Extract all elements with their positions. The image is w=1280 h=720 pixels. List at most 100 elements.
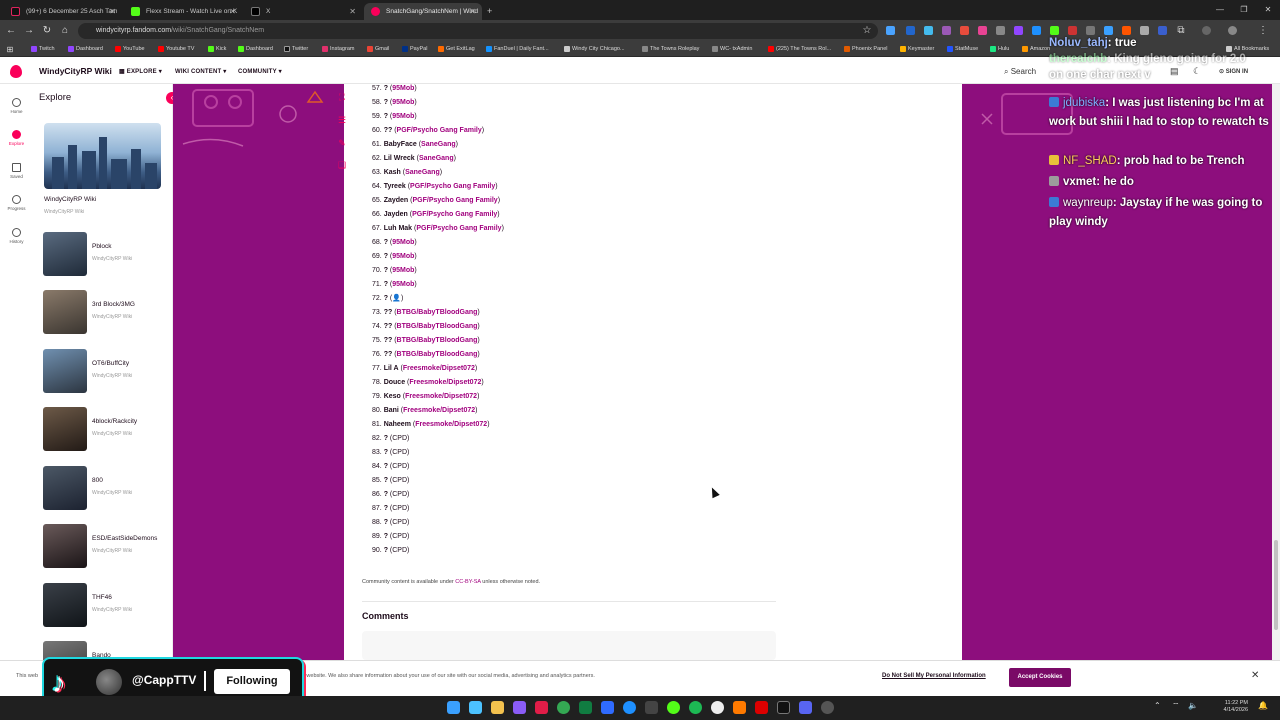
volume-icon[interactable]: 🔈 bbox=[1188, 702, 1198, 710]
explore-item[interactable]: ESD/EastSideDemons WindyCityRP Wiki bbox=[43, 524, 171, 568]
minimize-icon[interactable]: — bbox=[1208, 0, 1232, 20]
bookmark-item[interactable]: FanDuel | Daily Fant... bbox=[485, 44, 549, 55]
home-icon[interactable]: ⌂ bbox=[58, 24, 72, 38]
toc-icon[interactable]: ☰ bbox=[335, 113, 349, 127]
member-gang-link[interactable]: 95Mob bbox=[392, 99, 414, 106]
member-gang-link[interactable]: PGF/Psycho Gang Family bbox=[412, 197, 497, 204]
member-gang-link[interactable]: BTBG/BabyTBloodGang bbox=[397, 337, 478, 344]
excel-icon[interactable] bbox=[579, 701, 592, 714]
rail-explore[interactable]: Explore bbox=[0, 130, 33, 158]
tray-chevron-icon[interactable]: ⌃ bbox=[1154, 702, 1161, 710]
taskbar-app-icon[interactable] bbox=[733, 701, 746, 714]
wiki-card-image[interactable] bbox=[44, 123, 161, 189]
bookmark-item[interactable]: Dashboard bbox=[237, 44, 273, 55]
browser-tab[interactable]: Flexx Stream - Watch Live on K ✕ bbox=[124, 3, 242, 20]
member-gang-link[interactable]: 95Mob bbox=[392, 239, 414, 246]
wiki-card-name[interactable]: WindyCityRP Wiki bbox=[44, 196, 96, 203]
bookmark-item[interactable]: Kick bbox=[207, 44, 226, 55]
comment-box[interactable] bbox=[362, 631, 776, 660]
bookmark-item[interactable]: Youtube TV bbox=[157, 44, 194, 55]
reload-icon[interactable]: ↻ bbox=[40, 24, 54, 38]
extension-icon[interactable] bbox=[1158, 26, 1167, 35]
member-gang-link[interactable]: PGF/Psycho Gang Family bbox=[412, 211, 497, 218]
member-gang-link[interactable]: PGF/Psycho Gang Family bbox=[410, 183, 495, 190]
apps-icon[interactable]: ⊞ bbox=[3, 42, 17, 57]
extension-icon[interactable] bbox=[1050, 26, 1059, 35]
member-gang-link[interactable]: Freesmoke/Dipset072 bbox=[415, 421, 487, 428]
extension-icon[interactable] bbox=[1032, 26, 1041, 35]
explore-item[interactable]: 3rd Block/3MG WindyCityRP Wiki bbox=[43, 290, 171, 334]
license-link[interactable]: CC-BY-SA bbox=[455, 579, 480, 585]
taskbar-app-icon[interactable] bbox=[821, 701, 834, 714]
member-gang-link[interactable]: PGF/Psycho Gang Family bbox=[416, 225, 501, 232]
member-gang-link[interactable]: PGF/Psycho Gang Family bbox=[397, 127, 482, 134]
bookmark-item[interactable]: Instagram bbox=[321, 44, 354, 55]
browser-tab[interactable]: X ✕ bbox=[244, 3, 362, 20]
taskbar-app-icon[interactable] bbox=[711, 701, 724, 714]
member-gang-link[interactable]: BTBG/BabyTBloodGang bbox=[397, 351, 478, 358]
bookmark-item[interactable]: YouTube bbox=[114, 44, 145, 55]
edit-icon[interactable]: ✎ bbox=[335, 136, 349, 150]
menu-icon[interactable]: ⋮ bbox=[1256, 24, 1270, 38]
taskbar-app-icon[interactable] bbox=[667, 701, 680, 714]
notification-icon[interactable]: 🔔 bbox=[1258, 702, 1268, 710]
browser-tab-active[interactable]: SnatchGang/SnatchNem | Wind ✕ bbox=[364, 3, 482, 20]
close-icon[interactable]: ✕ bbox=[109, 3, 116, 20]
bookmark-icon[interactable]: ❑ bbox=[335, 158, 349, 172]
scrollbar-thumb[interactable] bbox=[1274, 540, 1278, 630]
extension-icon[interactable] bbox=[906, 26, 915, 35]
extension-icon[interactable] bbox=[1122, 26, 1131, 35]
nav-community[interactable]: COMMUNITY ▾ bbox=[238, 68, 282, 75]
bookmark-item[interactable]: Hulu bbox=[989, 44, 1009, 55]
extension-icon[interactable] bbox=[978, 26, 987, 35]
forward-icon[interactable]: → bbox=[22, 24, 36, 38]
star-icon[interactable]: ☆ bbox=[860, 24, 874, 38]
extension-icon[interactable] bbox=[1068, 26, 1077, 35]
profile-icon[interactable] bbox=[1202, 26, 1211, 35]
member-gang-link[interactable]: 95Mob bbox=[392, 85, 414, 92]
close-icon[interactable]: ✕ bbox=[469, 3, 476, 20]
bookmark-item[interactable]: WC- txAdmin bbox=[711, 44, 752, 55]
bookmark-item[interactable]: Phoenix Panel bbox=[843, 44, 887, 55]
folder-icon[interactable] bbox=[491, 701, 504, 714]
extension-icon[interactable] bbox=[1086, 26, 1095, 35]
member-gang-link[interactable]: Freesmoke/Dipset072 bbox=[403, 407, 475, 414]
system-clock[interactable]: 11:22 PM 4/14/2026 bbox=[1200, 700, 1248, 714]
nav-explore[interactable]: ▦ EXPLORE ▾ bbox=[119, 68, 162, 75]
bookmark-item[interactable]: PayPal bbox=[401, 44, 427, 55]
do-not-sell-link[interactable]: Do Not Sell My Personal Information bbox=[882, 673, 986, 679]
member-gang-link[interactable]: BTBG/BabyTBloodGang bbox=[397, 323, 478, 330]
taskbar-app-icon[interactable] bbox=[755, 701, 768, 714]
bookmark-item[interactable]: Amazon bbox=[1021, 44, 1050, 55]
member-gang-link[interactable]: SaneGang bbox=[405, 169, 440, 176]
bookmark-item[interactable]: Keymaster bbox=[899, 44, 934, 55]
taskbar-app-icon[interactable] bbox=[513, 701, 526, 714]
taskbar-app-icon[interactable] bbox=[623, 701, 636, 714]
taskbar-app-icon[interactable] bbox=[469, 701, 482, 714]
maximize-icon[interactable]: ❐ bbox=[1232, 0, 1256, 20]
nav-wiki-content[interactable]: WIKI CONTENT ▾ bbox=[175, 68, 227, 75]
extension-icon[interactable] bbox=[1014, 26, 1023, 35]
fullscreen-icon[interactable]: ⛶ bbox=[335, 90, 349, 104]
x-icon[interactable] bbox=[777, 701, 790, 714]
explore-item[interactable]: Pblock WindyCityRP Wiki bbox=[43, 232, 171, 276]
close-icon[interactable]: ✕ bbox=[229, 3, 236, 20]
wifi-icon[interactable]: ⌔ bbox=[1172, 702, 1180, 710]
bookmark-item[interactable]: Get ExitLag bbox=[437, 44, 475, 55]
rail-saved[interactable]: Saved bbox=[0, 163, 33, 191]
taskbar-app-icon[interactable] bbox=[601, 701, 614, 714]
explore-item[interactable]: 4block/Rackcity WindyCityRP Wiki bbox=[43, 407, 171, 451]
member-gang-link[interactable]: 95Mob bbox=[392, 113, 414, 120]
bookmark-item[interactable]: Twitch bbox=[30, 44, 55, 55]
url-input[interactable]: windycityrp.fandom.com/wiki/SnatchGang/S… bbox=[78, 23, 878, 39]
extension-icon[interactable] bbox=[886, 26, 895, 35]
bookmark-item[interactable]: Twitter bbox=[283, 44, 308, 55]
member-gang-link[interactable]: SaneGang bbox=[419, 155, 454, 162]
member-gang-link[interactable]: Freesmoke/Dipset072 bbox=[403, 365, 475, 372]
taskbar-app-icon[interactable] bbox=[645, 701, 658, 714]
member-gang-link[interactable]: 95Mob bbox=[392, 267, 414, 274]
windows-start-icon[interactable] bbox=[447, 701, 460, 714]
browser-tab[interactable]: (99+) 6 December 25 Asch Tam ✕ bbox=[4, 3, 122, 20]
extension-icon[interactable] bbox=[996, 26, 1005, 35]
bookmark-item[interactable]: Dashboard bbox=[67, 44, 103, 55]
